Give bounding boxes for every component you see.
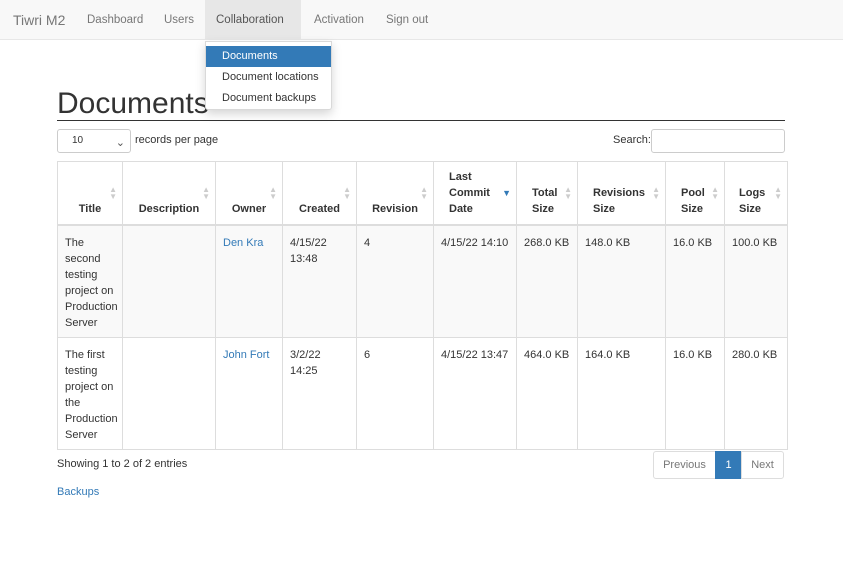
cell-title: The first testing project on the Product…: [57, 336, 123, 450]
page-1-button[interactable]: 1: [715, 451, 742, 479]
page-title: Documents: [57, 87, 209, 120]
collaboration-dropdown-menu: Documents Document locations Document ba…: [205, 41, 332, 110]
documents-table: Title ▲ ▼ Description ▲ ▼ Owner ▲ ▼ Created ▲ ▼ …: [57, 161, 788, 450]
column-header-created[interactable]: Created ▲ ▼: [282, 161, 357, 226]
nav-sign-out[interactable]: Sign out: [375, 0, 439, 40]
column-header-last-commit-date[interactable]: Last Commit Date ▼: [433, 161, 517, 226]
nav-collaboration[interactable]: Collaboration: [205, 0, 301, 62]
cell-description: [122, 336, 216, 450]
cell-description: [122, 224, 216, 338]
column-header-total-size[interactable]: Total Size ▲ ▼: [516, 161, 578, 226]
menu-item-document-backups[interactable]: Document backups: [206, 88, 331, 109]
column-header-label: Owner: [231, 202, 267, 215]
cell-owner: Den Kra: [215, 224, 283, 338]
column-header-pool-size[interactable]: Pool Size ▲ ▼: [665, 161, 725, 226]
sort-icon: ▲ ▼: [420, 185, 428, 201]
cell-created: 4/15/22 13:48: [282, 224, 357, 338]
sort-icon: ▲ ▼: [202, 185, 210, 201]
column-header-label: Title: [78, 202, 102, 215]
column-header-label: Last Commit Date: [449, 170, 490, 215]
records-per-page-value: 10: [72, 135, 84, 146]
chevron-down-icon: ⌄: [115, 137, 125, 149]
sort-icon: ▲ ▼: [343, 185, 351, 201]
cell-revisions-size: 148.0 KB: [577, 224, 666, 338]
backups-link[interactable]: Backups: [57, 486, 99, 498]
sort-icon: ▲ ▼: [711, 185, 719, 201]
table-info-text: Showing 1 to 2 of 2 entries: [57, 458, 188, 470]
menu-item-document-locations[interactable]: Document locations: [206, 67, 331, 88]
column-header-logs-size[interactable]: Logs Size ▲ ▼: [724, 161, 788, 226]
column-header-revision[interactable]: Revision ▲ ▼: [356, 161, 434, 226]
table-row: The first testing project on the Product…: [57, 336, 788, 450]
cell-last-commit: 4/15/22 14:10: [433, 224, 517, 338]
column-header-label: Created: [299, 202, 340, 215]
table-header-row: Title ▲ ▼ Description ▲ ▼ Owner ▲ ▼ Created ▲ ▼ …: [57, 161, 788, 226]
sort-descending-icon: ▼: [502, 188, 511, 198]
cell-logs-size: 100.0 KB: [724, 224, 788, 338]
sort-icon: ▲ ▼: [774, 185, 782, 201]
cell-total-size: 464.0 KB: [516, 336, 578, 450]
sort-icon: ▲ ▼: [109, 185, 117, 201]
nav-dashboard[interactable]: Dashboard: [76, 0, 154, 40]
column-header-revisions-size[interactable]: Revisions Size ▲ ▼: [577, 161, 666, 226]
nav-collaboration-label: Collaboration: [216, 14, 284, 26]
column-header-owner[interactable]: Owner ▲ ▼: [215, 161, 283, 226]
column-header-title[interactable]: Title ▲ ▼: [57, 161, 123, 226]
search-label: Search:: [613, 134, 651, 146]
cell-pool-size: 16.0 KB: [665, 224, 725, 338]
cell-owner: John Fort: [215, 336, 283, 450]
pagination: Previous 1 Next: [653, 451, 784, 479]
nav-users[interactable]: Users: [153, 0, 205, 40]
column-header-description[interactable]: Description ▲ ▼: [122, 161, 216, 226]
column-header-label: Revisions Size: [593, 186, 645, 215]
sort-icon: ▲ ▼: [269, 185, 277, 201]
sort-icon: ▲ ▼: [652, 185, 660, 201]
cell-last-commit: 4/15/22 13:47: [433, 336, 517, 450]
records-per-page-label: records per page: [135, 134, 219, 146]
cell-revision: 6: [356, 336, 434, 450]
cell-total-size: 268.0 KB: [516, 224, 578, 338]
cell-logs-size: 280.0 KB: [724, 336, 788, 450]
cell-created: 3/2/22 14:25: [282, 336, 357, 450]
nav-activation[interactable]: Activation: [303, 0, 375, 40]
cell-pool-size: 16.0 KB: [665, 336, 725, 450]
owner-link[interactable]: John Fort: [223, 349, 269, 361]
column-header-label: Revision: [372, 202, 418, 215]
search-input[interactable]: [651, 129, 785, 153]
menu-item-documents[interactable]: Documents: [206, 46, 331, 67]
title-divider: [57, 120, 785, 121]
column-header-label: Description: [138, 202, 200, 215]
records-per-page-select[interactable]: 10 ⌄: [57, 129, 131, 153]
top-navbar: Tiwri M2 Dashboard Users Collaboration A…: [0, 0, 843, 62]
cell-revision: 4: [356, 224, 434, 338]
cell-revisions-size: 164.0 KB: [577, 336, 666, 450]
sort-icon: ▲ ▼: [564, 185, 572, 201]
next-page-button[interactable]: Next: [741, 451, 784, 479]
owner-link[interactable]: Den Kra: [223, 237, 263, 249]
table-row: The second testing project on Production…: [57, 224, 788, 338]
cell-title: The second testing project on Production…: [57, 224, 123, 338]
previous-page-button[interactable]: Previous: [653, 451, 716, 479]
brand-logo[interactable]: Tiwri M2: [13, 0, 65, 40]
